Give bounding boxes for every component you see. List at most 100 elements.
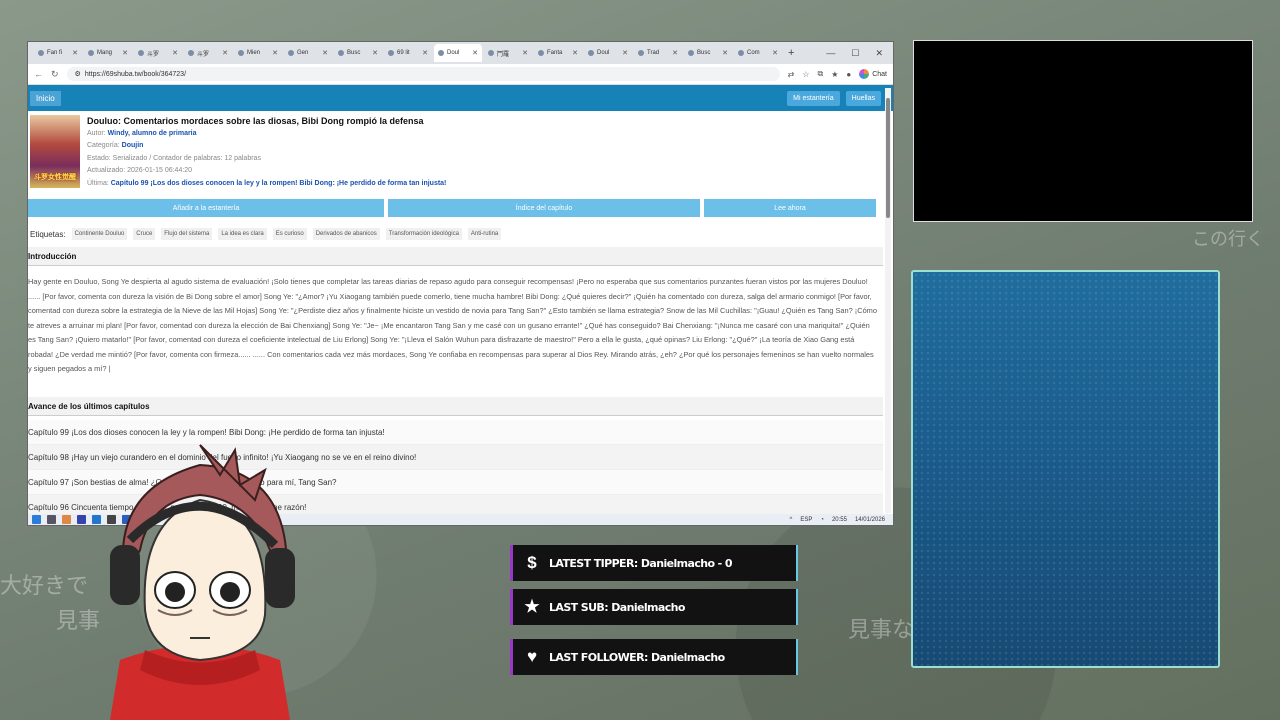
browser-tab[interactable]: Busc ✕: [684, 44, 732, 62]
tab-close-icon[interactable]: ✕: [522, 49, 528, 57]
tab-label: Trad: [647, 50, 660, 56]
tag-chip[interactable]: Transformación ideológica: [385, 228, 462, 240]
author-row: Autor: Windy, alumno de primaria: [87, 129, 197, 137]
tab-favicon-icon: [438, 50, 444, 56]
book-cover[interactable]: 斗罗女性觉醒: [30, 115, 80, 188]
tab-close-icon[interactable]: ✕: [372, 49, 378, 57]
address-bar: ← ↻ ⚙ https://69shuba.tw/book/364723/ ⇄ …: [28, 64, 893, 85]
tag-chip[interactable]: Flujo del sistema: [161, 228, 213, 240]
bookshelf-button[interactable]: Mi estantería: [787, 90, 840, 106]
footprints-button[interactable]: Huellas: [845, 90, 881, 106]
tab-label: Fanta: [547, 50, 563, 56]
tab-close-icon[interactable]: ✕: [572, 49, 578, 57]
url-field[interactable]: ⚙ https://69shuba.tw/book/364723/: [66, 67, 780, 81]
browser-tab[interactable]: Doul ✕: [584, 44, 632, 62]
tab-close-icon[interactable]: ✕: [772, 49, 778, 57]
tab-close-icon[interactable]: ✕: [122, 49, 128, 57]
vtuber-avatar: [110, 444, 295, 720]
browser-tab[interactable]: 斗罗 ✕: [184, 44, 232, 62]
chapter-index-button[interactable]: Índice del capítulo: [388, 199, 700, 217]
favorites-icon[interactable]: ★: [831, 70, 838, 79]
tag-chip[interactable]: Continente Douluo: [71, 228, 128, 240]
clock-time[interactable]: 20:55: [832, 517, 847, 523]
browser-tab[interactable]: Gen ✕: [284, 44, 332, 62]
cover-title: 斗罗女性觉醒: [34, 174, 76, 181]
tab-close-icon[interactable]: ✕: [222, 49, 228, 57]
heart-icon: ♥: [526, 647, 538, 666]
extensions-icon[interactable]: ⧉: [817, 69, 823, 79]
tag-chip[interactable]: Anti-rutina: [467, 228, 502, 240]
maximize-icon[interactable]: ☐: [851, 48, 859, 59]
tab-close-icon[interactable]: ✕: [422, 49, 428, 57]
category-link[interactable]: Doujin: [122, 142, 144, 149]
browser-tab[interactable]: 鬥羅 ✕: [484, 44, 532, 62]
language-indicator[interactable]: ESP: [800, 517, 812, 523]
translate-icon[interactable]: ⇄: [788, 70, 795, 79]
tags-row: Etiquetas: Continente Douluo Cruce Flujo d…: [30, 228, 502, 240]
tab-close-icon[interactable]: ✕: [472, 49, 478, 57]
browser-tab[interactable]: Doul ✕: [434, 44, 482, 62]
tab-favicon-icon: [638, 50, 644, 56]
book-title: Douluo: Comentarios mordaces sobre las d…: [87, 116, 424, 126]
tag-chip[interactable]: Es curioso: [272, 228, 307, 240]
page-scrollbar[interactable]: [885, 88, 891, 513]
tab-close-icon[interactable]: ✕: [272, 49, 278, 57]
latest-chapter-link[interactable]: Capítulo 99 ¡Los dos dioses conocen la l…: [111, 180, 447, 187]
new-tab-button[interactable]: +: [788, 47, 794, 59]
tab-favicon-icon: [38, 50, 44, 56]
dollar-icon: $: [527, 553, 537, 572]
add-to-shelf-button[interactable]: Añadir a la estantería: [28, 199, 384, 217]
windows-start-icon[interactable]: [32, 515, 41, 524]
browser-tab[interactable]: 69 lit ✕: [384, 44, 432, 62]
tab-close-icon[interactable]: ✕: [322, 49, 328, 57]
copilot-chat-button[interactable]: Chat: [859, 69, 887, 79]
tab-label: 69 lit: [397, 50, 410, 56]
tab-label: 鬥羅: [497, 51, 510, 58]
browser-tab[interactable]: 斗罗 ✕: [134, 44, 182, 62]
tab-favicon-icon: [338, 50, 344, 56]
minimize-icon[interactable]: —: [826, 48, 835, 59]
author-link[interactable]: Windy, alumno de primaria: [108, 130, 197, 137]
reload-icon[interactable]: ↻: [51, 69, 59, 80]
tab-close-icon[interactable]: ✕: [672, 49, 678, 57]
tag-chip[interactable]: La idea es clara: [218, 228, 267, 240]
back-icon[interactable]: ←: [34, 69, 43, 79]
tab-close-icon[interactable]: ✕: [622, 49, 628, 57]
profile-icon[interactable]: ●: [846, 70, 851, 79]
tab-close-icon[interactable]: ✕: [172, 49, 178, 57]
browser-tab[interactable]: Mang ✕: [84, 44, 132, 62]
tab-label: Busc: [697, 50, 711, 56]
browser-tab[interactable]: Fanta ✕: [534, 44, 582, 62]
home-link[interactable]: Inicio: [30, 90, 61, 106]
status-text: Estado: Serializado / Contador de palabr…: [87, 154, 261, 162]
browser-tab[interactable]: Busc ✕: [334, 44, 382, 62]
browser-tab[interactable]: Mien ✕: [234, 44, 282, 62]
scrollbar-thumb[interactable]: [886, 98, 890, 218]
chevron-up-icon[interactable]: ^: [789, 517, 792, 523]
tab-close-icon[interactable]: ✕: [722, 49, 728, 57]
close-icon[interactable]: ✕: [875, 48, 883, 59]
intro-text: Hay gente en Douluo, Song Ye despierta a…: [28, 277, 877, 373]
clock-date[interactable]: 14/01/2026: [855, 517, 885, 523]
camera-window: [913, 40, 1253, 222]
tab-label: Mang: [97, 50, 113, 56]
read-now-button[interactable]: Lee ahora: [704, 199, 876, 217]
tag-chip[interactable]: Cruce: [133, 228, 156, 240]
latest-row: Última: Capítulo 99 ¡Los dos dioses cono…: [87, 179, 447, 187]
browser-tab[interactable]: Fan fi ✕: [34, 44, 82, 62]
system-tray: ^ ESP ◔ 20:55 14/01/2026: [789, 517, 893, 523]
tag-chip[interactable]: Derivados de abanicos: [312, 228, 380, 240]
tab-label: Doul: [447, 50, 460, 56]
tab-close-icon[interactable]: ✕: [72, 49, 78, 57]
search-icon[interactable]: [47, 515, 56, 524]
browser-tab[interactable]: Trad ✕: [634, 44, 682, 62]
tab-favicon-icon: [588, 50, 594, 56]
wifi-icon[interactable]: ◔: [820, 517, 824, 523]
tab-label: Busc: [347, 50, 361, 56]
tab-label: 斗罗: [147, 51, 160, 58]
site-info-icon[interactable]: ⚙: [75, 70, 81, 78]
favorite-star-icon[interactable]: ☆: [802, 70, 809, 79]
tab-favicon-icon: [238, 50, 244, 56]
browser-tab[interactable]: Com ✕: [734, 44, 782, 62]
category-row: Categoría: Doujin: [87, 142, 144, 149]
